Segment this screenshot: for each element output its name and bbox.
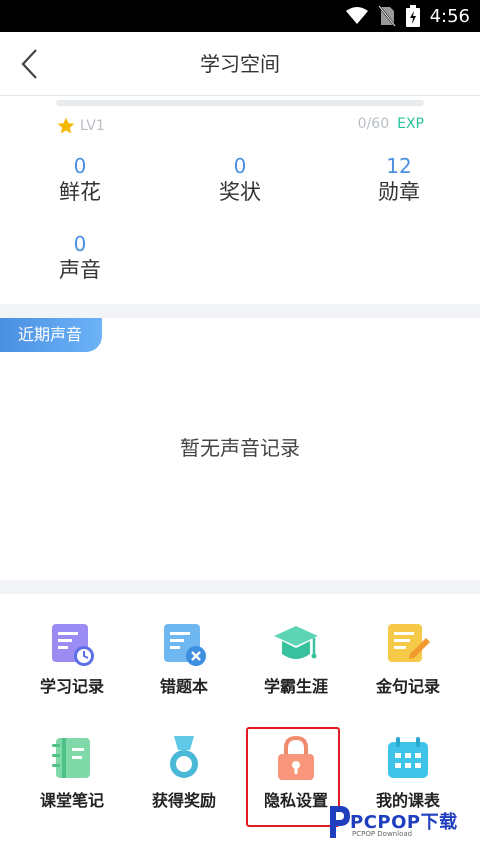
calendar-icon: [388, 737, 428, 778]
grid-item-label: 错题本: [159, 677, 208, 696]
stat-label: 鲜花: [59, 180, 101, 204]
stat-medals[interactable]: 12 勋章: [339, 154, 459, 206]
battery-charging-icon: [405, 5, 420, 27]
empty-state-text: 暂无声音记录: [180, 436, 300, 460]
stat-label: 奖状: [219, 180, 261, 204]
grid-item-class-notes[interactable]: 课堂笔记: [12, 734, 132, 812]
status-bar: 4:56: [0, 0, 480, 32]
page-title: 学习空间: [200, 52, 280, 76]
recent-voices-section: 近期声音 暂无声音记录: [0, 318, 480, 580]
medal-icon: [170, 736, 198, 778]
grid-item-rewards[interactable]: 获得奖励: [124, 734, 244, 812]
recent-voices-tag: 近期声音: [0, 318, 102, 352]
grid-item-label: 课堂笔记: [39, 791, 104, 810]
graduation-cap-icon: [274, 626, 318, 659]
watermark: PCPOP下载 PCPOP Download: [326, 802, 476, 842]
status-time: 4:56: [429, 5, 470, 27]
exp-value: 0/60: [357, 116, 390, 132]
exp-progress-bar: [56, 100, 424, 106]
stat-value: 12: [386, 154, 412, 178]
no-sim-icon: [377, 5, 396, 27]
exp-readout: 0/60 EXP: [358, 116, 424, 132]
grid-item-wrong-questions[interactable]: 错题本: [124, 620, 244, 698]
app-bar: 学习空间: [0, 32, 480, 96]
study-record-icon: [52, 624, 94, 666]
watermark-subtext: PCPOP Download: [352, 830, 413, 838]
level-indicator: LV1: [56, 116, 105, 136]
stat-certificates[interactable]: 0 奖状: [180, 154, 300, 206]
exp-label: EXP: [397, 116, 424, 132]
notebook-icon: [52, 738, 90, 778]
watermark-logo-icon: [330, 806, 350, 838]
grid-item-top-student[interactable]: 学霸生涯: [236, 620, 356, 698]
wrong-questions-icon: [164, 624, 206, 666]
grid-item-quotes[interactable]: 金句记录: [348, 620, 468, 698]
grid-item-label: 获得奖励: [151, 791, 216, 810]
grid-item-label: 学霸生涯: [263, 677, 328, 696]
level-label: LV1: [80, 118, 105, 134]
profile-card: LV1 0/60 EXP 0 鲜花 0 奖状 12 勋章 0 声音: [0, 96, 480, 304]
stat-label: 声音: [59, 258, 101, 282]
star-icon: [57, 117, 75, 134]
stat-label: 勋章: [378, 180, 420, 204]
stat-value: 0: [73, 154, 87, 178]
wifi-icon: [345, 7, 368, 24]
stat-flowers[interactable]: 0 鲜花: [20, 154, 140, 206]
grid-item-label: 金句记录: [375, 677, 440, 696]
quote-notes-icon: [388, 624, 430, 662]
grid-item-study-record[interactable]: 学习记录: [12, 620, 132, 698]
stat-voices[interactable]: 0 声音: [20, 232, 140, 284]
grid-item-label: 学习记录: [39, 677, 104, 696]
stat-value: 0: [73, 232, 87, 256]
grid-item-my-schedule[interactable]: 我的课表: [348, 734, 468, 812]
stat-value: 0: [233, 154, 247, 178]
